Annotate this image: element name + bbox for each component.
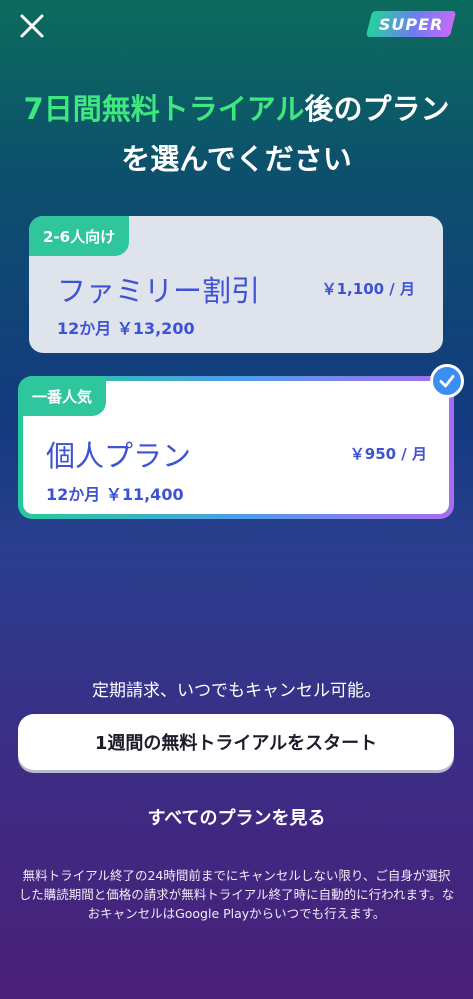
plan-total: 12か月 ￥11,400: [46, 485, 184, 504]
plan-name: 個人プラン: [46, 439, 192, 473]
plan-card-family[interactable]: 2-6人向け ファミリー割引 ￥1,100 / 月 12か月 ￥13,200: [29, 216, 443, 353]
plan-card-inner: 一番人気 個人プラン ￥950 / 月 12か月 ￥11,400: [18, 376, 449, 514]
super-badge-label: SUPER: [378, 14, 444, 34]
fine-print: 無料トライアル終了の24時間前までにキャンセルしない限り、ご自身が選択した購読期…: [18, 868, 455, 921]
plan-total: 12か月 ￥13,200: [57, 319, 195, 338]
plan-price: ￥950 / 月: [349, 445, 427, 463]
start-trial-button[interactable]: 1週間の無料トライアルをスタート: [18, 714, 454, 770]
close-button[interactable]: [14, 8, 50, 44]
plan-tag: 一番人気: [18, 376, 107, 416]
headline-line1: 7日間無料トライアル後のプラン: [0, 84, 473, 134]
super-badge: SUPER: [365, 11, 457, 37]
see-all-plans-link[interactable]: すべてのプランを見る: [0, 804, 473, 830]
billing-note: 定期請求、いつでもキャンセル可能。: [92, 681, 381, 701]
plan-tag: 2-6人向け: [29, 216, 130, 256]
close-icon: [20, 14, 44, 38]
headline-highlight: 7日間無料トライアル: [23, 92, 305, 126]
selected-check-icon: [430, 364, 464, 398]
headline: 7日間無料トライアル後のプラン を選んでください: [0, 84, 473, 184]
plan-price: ￥1,100 / 月: [321, 280, 415, 298]
plan-card-personal[interactable]: 一番人気 個人プラン ￥950 / 月 12か月 ￥11,400: [18, 376, 454, 519]
plan-name: ファミリー割引: [57, 274, 261, 308]
headline-line2: を選んでください: [121, 142, 352, 176]
headline-rest: 後のプラン: [304, 92, 450, 126]
